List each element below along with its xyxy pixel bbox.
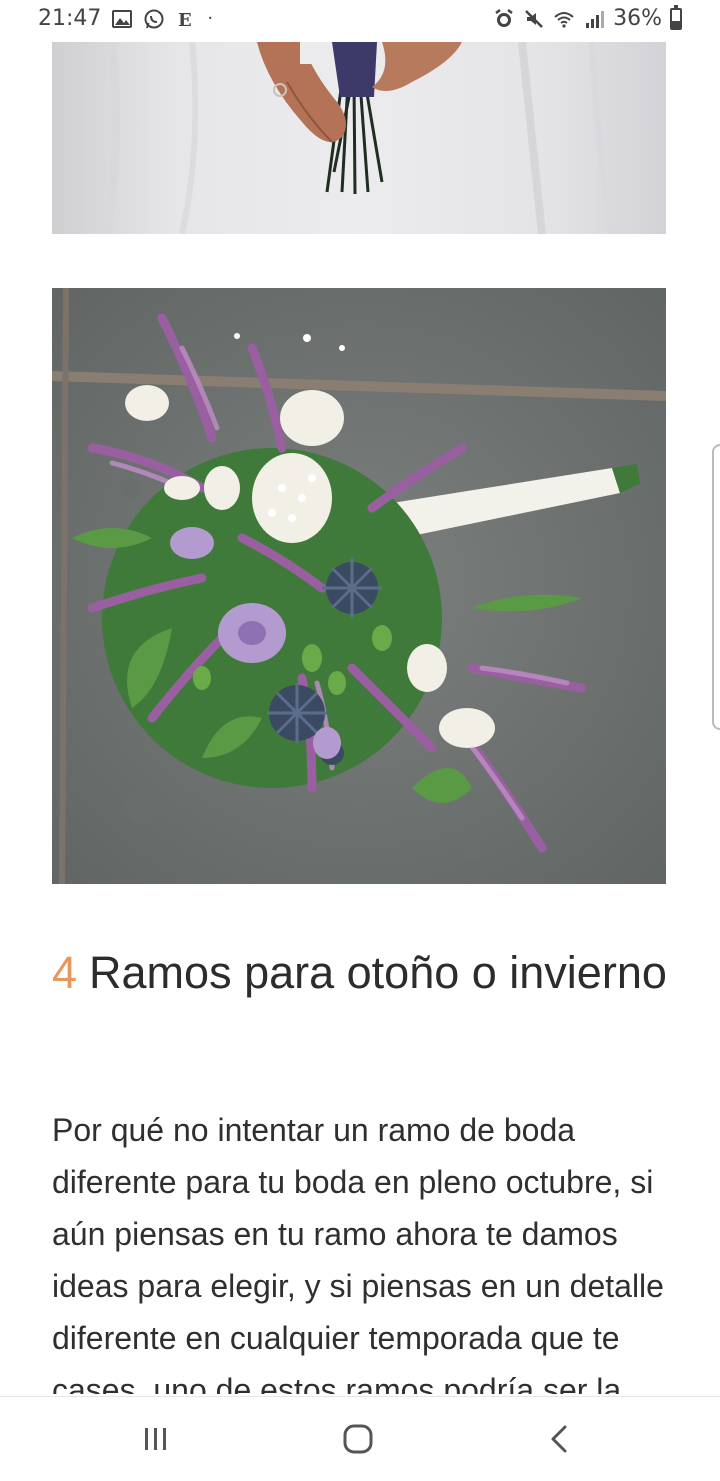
wifi-icon — [553, 8, 575, 30]
bride-hands-bouquet-image — [52, 42, 666, 234]
notification-dot: · — [207, 8, 214, 29]
whatsapp-icon — [143, 8, 165, 30]
alarm-icon — [493, 8, 515, 30]
heading-number: 4 — [52, 947, 78, 998]
svg-text:E: E — [178, 10, 192, 30]
gallery-icon — [111, 8, 133, 30]
heading-text: Ramos para otoño o invierno — [89, 947, 667, 998]
newspaper-icon: E — [175, 8, 197, 30]
battery-icon — [670, 4, 682, 30]
navigation-bar — [0, 1396, 720, 1481]
recent-apps-icon[interactable] — [134, 1417, 178, 1461]
battery-percent: 36% — [613, 6, 662, 31]
back-icon[interactable] — [538, 1417, 582, 1461]
status-bar-left: 21:47 E · — [38, 6, 213, 31]
signal-icon — [583, 8, 605, 30]
mute-icon — [523, 8, 545, 30]
home-icon[interactable] — [336, 1417, 380, 1461]
autumn-bouquet-image — [52, 288, 666, 884]
status-bar: 21:47 E · 36% — [0, 0, 720, 42]
status-time: 21:47 — [38, 6, 102, 31]
article-heading: 4 Ramos para otoño o invierno — [52, 944, 672, 1002]
article-paragraph: Por qué no intentar un ramo de boda dife… — [52, 1112, 664, 1394]
status-bar-right: 36% — [493, 4, 682, 31]
scroll-indicator[interactable] — [712, 444, 720, 730]
